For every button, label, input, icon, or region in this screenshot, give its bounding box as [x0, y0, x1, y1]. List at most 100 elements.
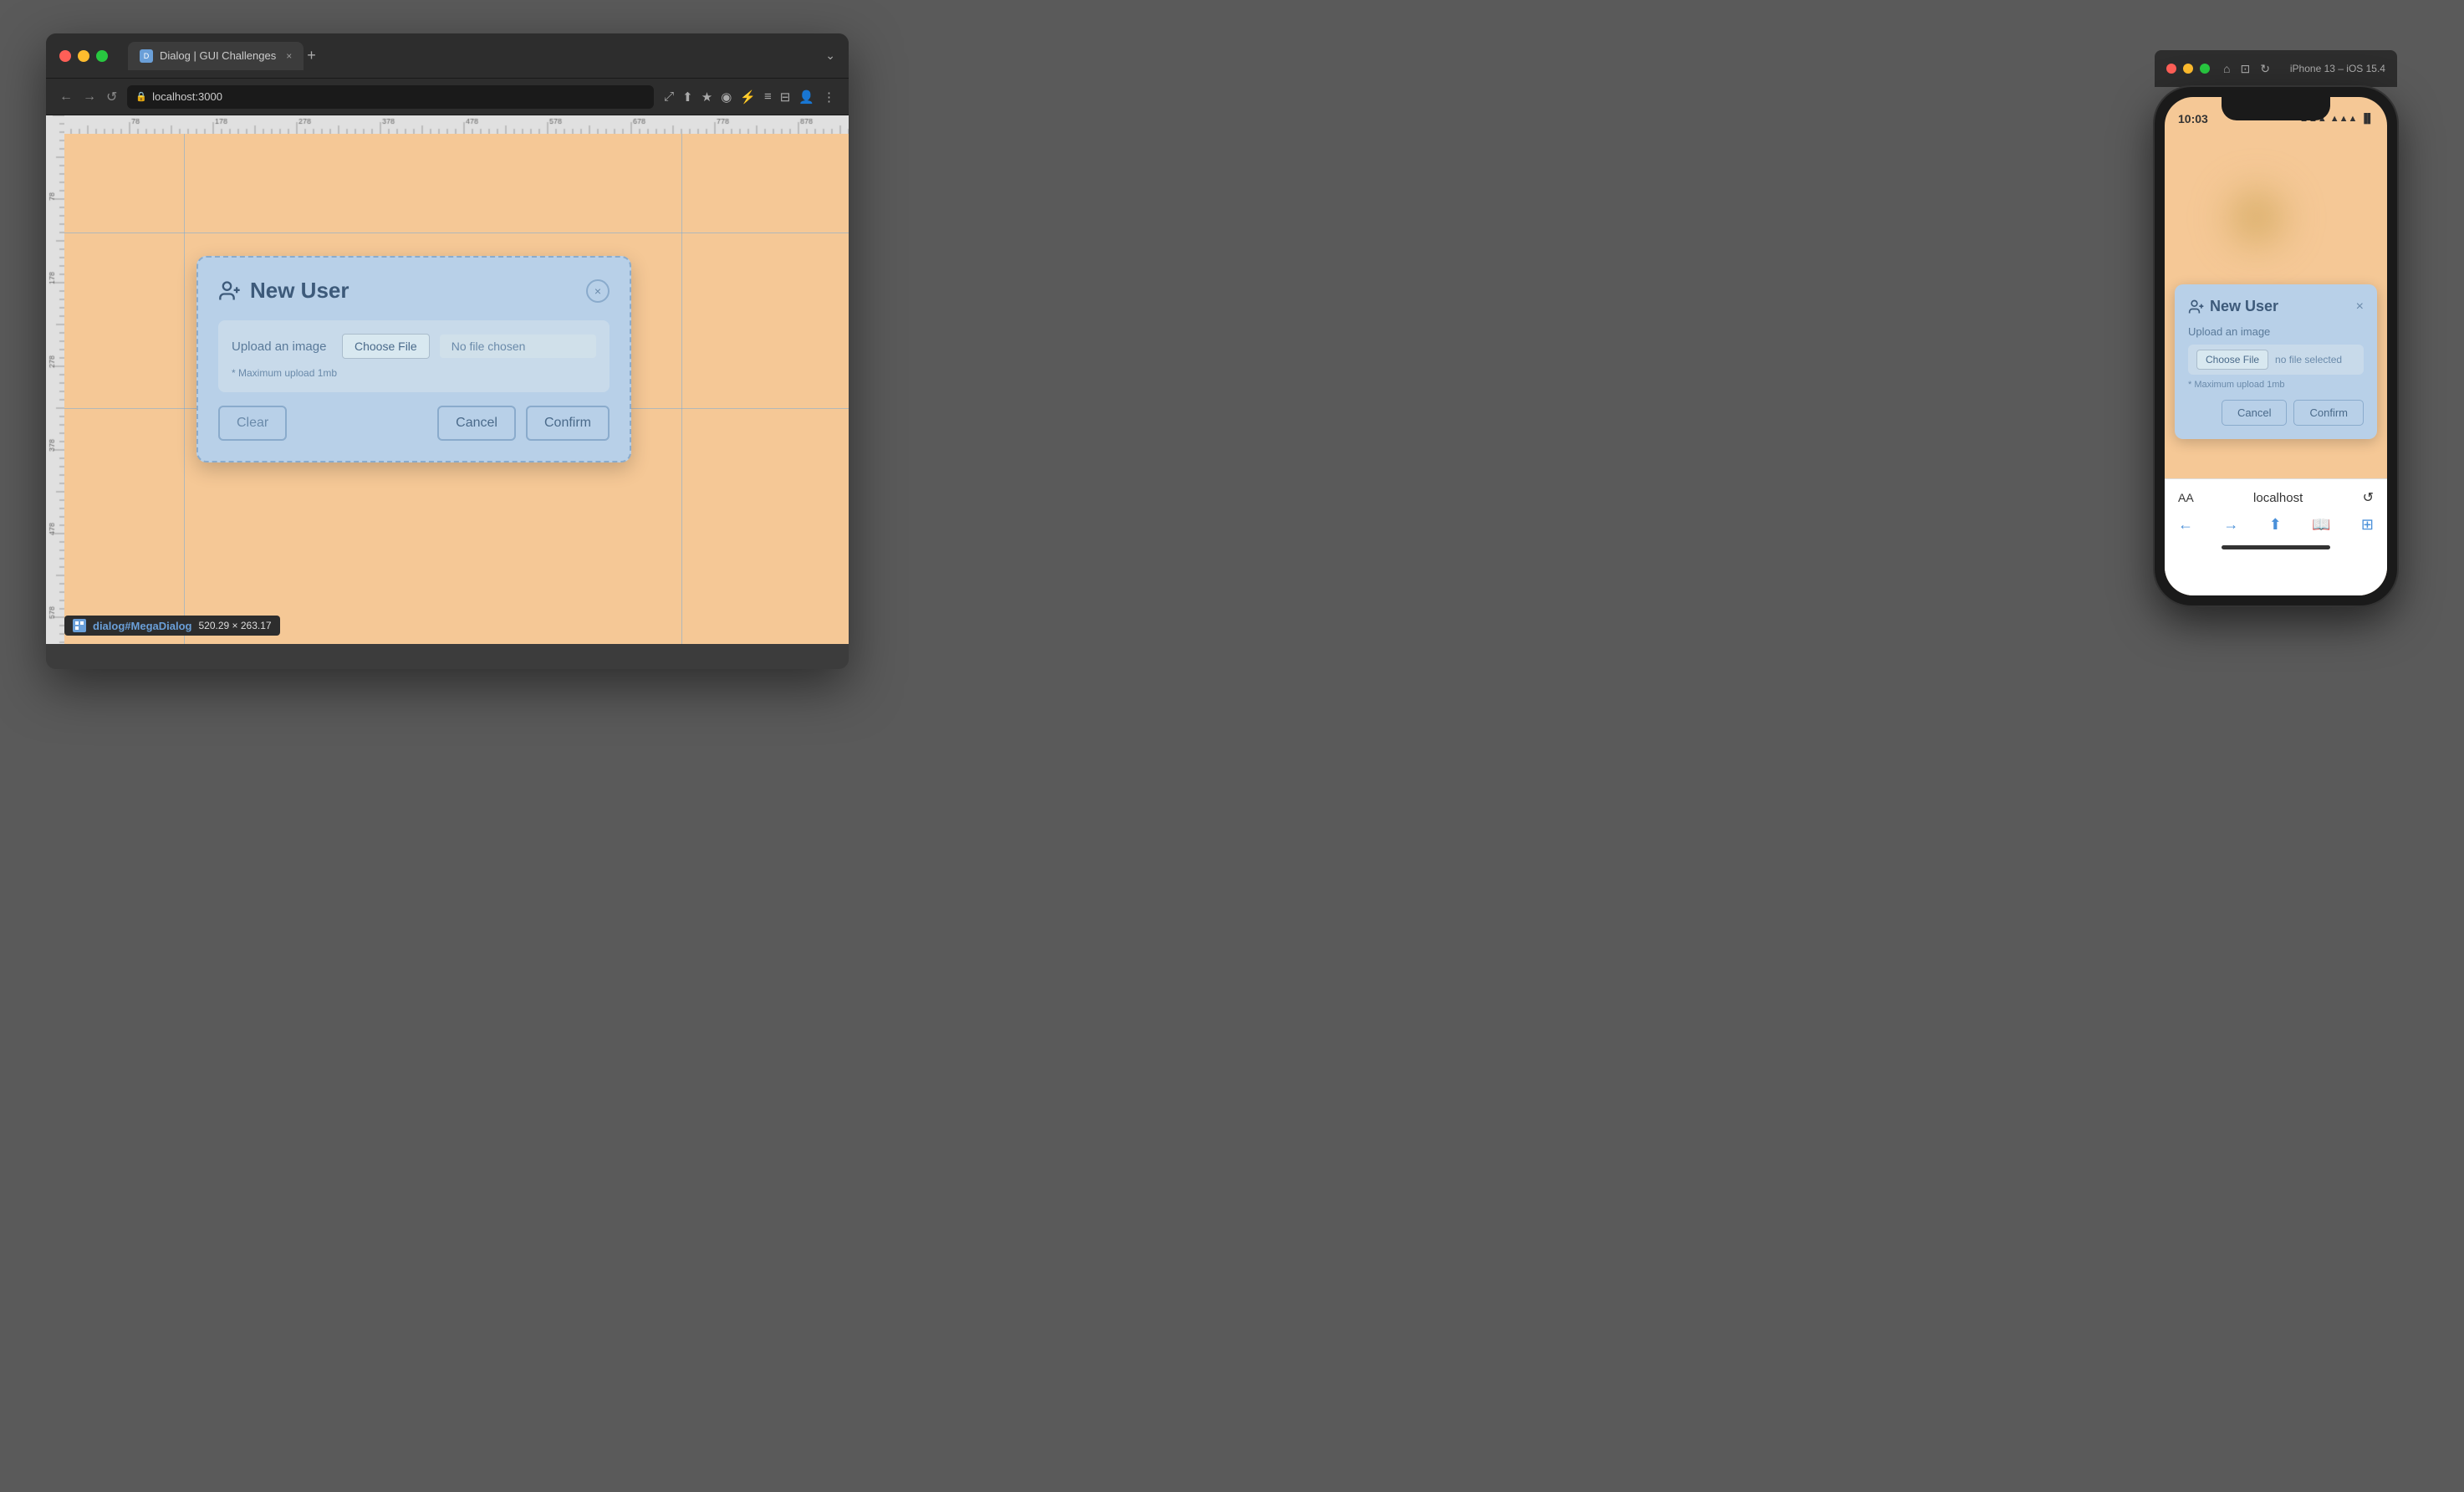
iphone-dialog-header: New User × — [2188, 298, 2364, 315]
fullscreen-button[interactable] — [96, 50, 108, 62]
list-icon[interactable]: ≡ — [764, 89, 772, 104]
lock-icon: 🔒 — [135, 91, 147, 102]
iphone-time: 10:03 — [2178, 112, 2208, 125]
browser-toolbar-icons: ⤢ ⬆ ★ ◉ ⚡ ≡ ⊟ 👤 ⋮ — [664, 89, 835, 105]
dialog-close-button[interactable]: × — [586, 279, 610, 303]
circle-icon[interactable]: ◉ — [721, 89, 732, 105]
forward-button[interactable]: → — [83, 89, 96, 105]
url-bar[interactable]: 🔒 localhost:3000 — [127, 85, 654, 109]
iphone-back-button[interactable]: ← — [2178, 516, 2193, 534]
refresh-button[interactable]: ↺ — [106, 89, 117, 105]
iphone-bookmarks-button[interactable]: 📖 — [2312, 516, 2330, 534]
iphone-notch — [2222, 97, 2330, 120]
guide-vertical-1 — [184, 134, 185, 644]
user-add-icon — [218, 279, 242, 303]
iphone-user-add-icon — [2188, 299, 2205, 315]
iphone-background-blob — [2215, 176, 2298, 259]
max-upload-text: * Maximum upload 1mb — [232, 367, 596, 379]
ruler-horizontal — [46, 115, 849, 134]
iphone-upload-label: Upload an image — [2188, 325, 2364, 338]
battery-icon: ▐▌ — [2360, 114, 2374, 124]
iphone-home-icon[interactable]: ⌂ — [2223, 62, 2230, 76]
iphone-camera-icon[interactable]: ⊡ — [2240, 62, 2250, 76]
iphone-cancel-button[interactable]: Cancel — [2222, 400, 2287, 426]
iphone-url-display[interactable]: localhost — [2253, 491, 2303, 505]
browser-urlbar: ← → ↺ 🔒 localhost:3000 ⤢ ⬆ ★ ◉ ⚡ ≡ ⊟ 👤 ⋮ — [46, 79, 849, 115]
confirm-button[interactable]: Confirm — [526, 406, 610, 441]
iphone-dialog-title: New User — [2210, 298, 2278, 315]
url-text: localhost:3000 — [152, 90, 222, 103]
tab-close-button[interactable]: × — [286, 50, 292, 62]
iphone-close-button[interactable] — [2166, 64, 2176, 74]
iphone-dialog-body: Upload an image Choose File no file sele… — [2188, 325, 2364, 390]
iphone-fullscreen-button[interactable] — [2200, 64, 2210, 74]
new-tab-button[interactable]: + — [307, 47, 316, 64]
dialog-title: New User — [250, 278, 349, 304]
dialog-footer: Clear Cancel Confirm — [218, 406, 610, 441]
dim-icon — [73, 619, 86, 632]
share-icon[interactable]: ⤢ — [664, 89, 674, 104]
iphone-file-row: Choose File no file selected — [2188, 345, 2364, 375]
clear-button[interactable]: Clear — [218, 406, 287, 441]
back-button[interactable]: ← — [59, 89, 73, 105]
iphone-url-row: AA localhost ↺ — [2178, 486, 2374, 509]
iphone-forward-button[interactable]: → — [2223, 516, 2238, 534]
iphone-bottombar: AA localhost ↺ ← → ⬆ 📖 ⊞ — [2165, 478, 2387, 595]
guide-vertical-2 — [681, 134, 682, 644]
browser-window: D Dialog | GUI Challenges × + ⌄ ← → ↺ 🔒 … — [46, 33, 849, 669]
tab-bar: D Dialog | GUI Challenges × + — [128, 42, 815, 70]
signal-icon: ▲▲▲ — [2330, 114, 2358, 124]
iphone-titlebar: ⌂ ⊡ ↻ iPhone 13 – iOS 15.4 — [2155, 50, 2397, 87]
iphone-title-text: iPhone 13 – iOS 15.4 — [2290, 63, 2385, 74]
iphone-dialog-footer: Cancel Confirm — [2188, 400, 2364, 426]
close-button[interactable] — [59, 50, 71, 62]
iphone-no-file-text: no file selected — [2275, 354, 2342, 365]
guide-horizontal-1 — [64, 232, 849, 233]
window-icon[interactable]: ⊟ — [780, 89, 791, 105]
dialog-body: Upload an image Choose File No file chos… — [218, 320, 610, 392]
dimension-badge: dialog#MegaDialog 520.29 × 263.17 — [64, 616, 280, 636]
iphone-home-indicator — [2222, 545, 2330, 549]
iphone-aa-button[interactable]: AA — [2178, 491, 2194, 504]
puzzle-icon[interactable]: ⚡ — [740, 89, 756, 105]
upload-label: Upload an image — [232, 340, 332, 354]
tab-title: Dialog | GUI Challenges — [160, 49, 276, 62]
minimize-button[interactable] — [78, 50, 89, 62]
active-tab[interactable]: D Dialog | GUI Challenges × — [128, 42, 304, 70]
iphone-dialog: New User × Upload an image Choose File n… — [2175, 284, 2377, 439]
choose-file-button[interactable]: Choose File — [342, 334, 430, 359]
iphone-refresh-button[interactable]: ↺ — [2363, 489, 2374, 506]
upload-icon[interactable]: ⬆ — [682, 89, 693, 105]
browser-content: New User × Upload an image Choose File N… — [46, 115, 849, 644]
selector-text: dialog#MegaDialog — [93, 620, 191, 632]
iphone-share-button[interactable]: ⬆ — [2269, 516, 2282, 534]
new-user-dialog: New User × Upload an image Choose File N… — [196, 256, 631, 462]
profile-icon[interactable]: 👤 — [798, 89, 814, 105]
dialog-title-group: New User — [218, 278, 349, 304]
iphone-content: New User × Upload an image Choose File n… — [2165, 134, 2387, 478]
ruler-vertical — [46, 115, 64, 644]
iphone-dialog-close-button[interactable]: × — [2356, 299, 2364, 314]
menu-icon[interactable]: ⋮ — [823, 89, 835, 105]
browser-titlebar: D Dialog | GUI Challenges × + ⌄ — [46, 33, 849, 79]
file-upload-row: Upload an image Choose File No file chos… — [232, 334, 596, 359]
iphone-nav-row: ← → ⬆ 📖 ⊞ — [2178, 509, 2374, 540]
tab-favicon: D — [140, 49, 153, 63]
iphone-minimize-button[interactable] — [2183, 64, 2193, 74]
iphone-screen: 10:03 ▲▲▲ ▲▲▲ ▐▌ — [2165, 97, 2387, 595]
iphone-tabs-button[interactable]: ⊞ — [2361, 516, 2374, 534]
iphone-choose-file-button[interactable]: Choose File — [2196, 350, 2268, 370]
iphone-container: ⌂ ⊡ ↻ iPhone 13 – iOS 15.4 10:03 ▲▲▲ ▲▲▲… — [2155, 50, 2397, 605]
iphone-max-upload-text: * Maximum upload 1mb — [2188, 380, 2364, 390]
dialog-header: New User × — [218, 278, 610, 304]
iphone-confirm-button[interactable]: Confirm — [2293, 400, 2364, 426]
bookmark-icon[interactable]: ★ — [701, 89, 712, 105]
no-file-text: No file chosen — [440, 335, 596, 358]
window-expand-icon: ⌄ — [825, 49, 835, 63]
iphone-dialog-title-group: New User — [2188, 298, 2278, 315]
cancel-button[interactable]: Cancel — [437, 406, 516, 441]
dimension-text: 520.29 × 263.17 — [198, 620, 271, 631]
traffic-lights — [59, 50, 108, 62]
iphone-rotate-icon[interactable]: ↻ — [2260, 62, 2270, 76]
iphone-frame: 10:03 ▲▲▲ ▲▲▲ ▐▌ — [2155, 87, 2397, 605]
